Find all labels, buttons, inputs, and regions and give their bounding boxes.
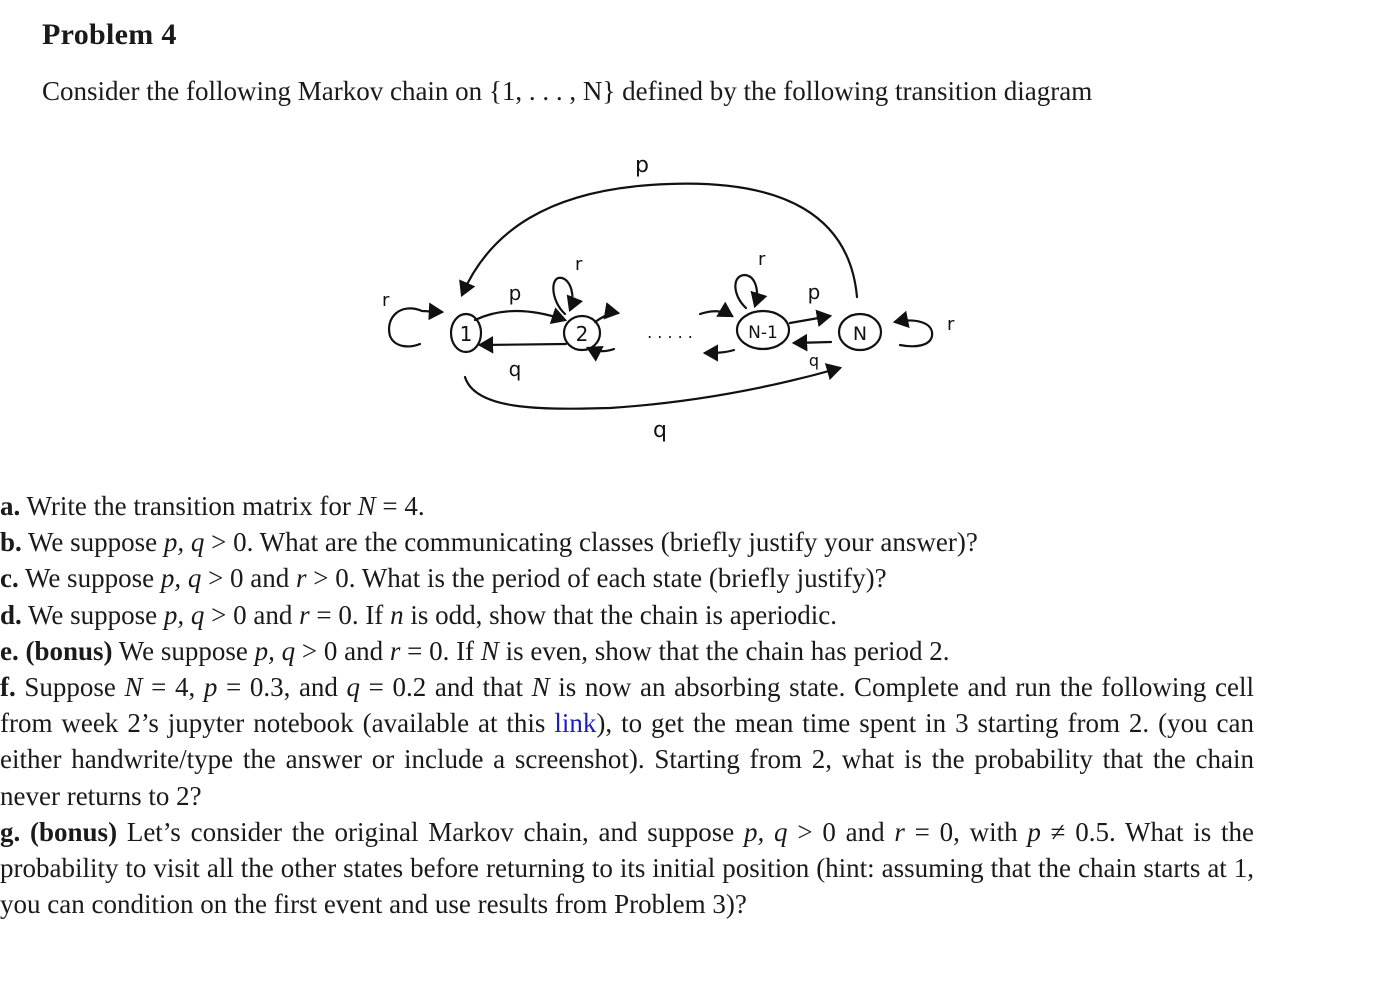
markov-chain-diagram: 1 2 N-1 N p q p q . . . . . p q r r r r (370, 140, 970, 450)
question-text: = 0.3, and (217, 672, 347, 703)
question-text: Let’s consider the original Markov chain… (126, 816, 745, 847)
edge-2-1-label: q (509, 357, 522, 381)
edge-into-n-minus-1 (698, 301, 734, 318)
self-loop-1-label: r (382, 290, 390, 311)
math-symbol: r (389, 635, 401, 666)
edge-n-to-n-minus-1 (791, 333, 833, 352)
edge-n-n1-label: q (809, 351, 819, 370)
node-n-minus-1-label: N-1 (748, 323, 778, 343)
question-text: We suppose (28, 527, 164, 558)
math-symbol: p, q (163, 599, 205, 630)
question-text: > 0 and (295, 635, 390, 666)
math-symbol: p, q (744, 816, 788, 847)
self-loop-n-minus-1-label: r (758, 249, 766, 270)
question-text: = 4, (142, 672, 204, 703)
question-label: g. (0, 816, 21, 847)
question-b: b. We suppose p, q > 0. What are the com… (0, 524, 1254, 560)
top-arc-label: p (635, 153, 649, 178)
math-symbol: p, q (163, 527, 205, 558)
question-text: = 4. (375, 491, 425, 521)
edge-n1-n-label: p (808, 280, 821, 304)
self-loop-n-label: r (947, 314, 955, 335)
bonus-tag: (bonus) (25, 635, 113, 666)
self-loop-n-minus-1 (734, 273, 768, 310)
question-a: a. Write the transition matrix for N = 4… (0, 488, 1254, 524)
question-text: is even, show that the chain has period … (498, 635, 950, 666)
self-loop-2-label: r (575, 254, 583, 275)
question-text: Write the transition matrix for (26, 491, 358, 521)
ellipsis-dots: . . . . . (647, 323, 693, 342)
question-text: = 0. If (309, 599, 391, 630)
question-text: = 0, with (904, 816, 1028, 847)
bonus-tag: (bonus) (30, 816, 118, 847)
edge-2-to-1 (477, 336, 568, 354)
math-symbol: p (1027, 816, 1041, 847)
math-symbol: p (203, 672, 218, 703)
question-text: > 0 and (204, 599, 300, 630)
math-symbol: r (894, 816, 905, 847)
self-loop-2 (552, 276, 584, 316)
bottom-arc-label: q (653, 418, 667, 443)
math-symbol: p, q (160, 563, 202, 594)
question-f: f. Suppose N = 4, p = 0.3, and q = 0.2 a… (0, 669, 1254, 814)
question-g: g. (bonus) Let’s consider the original M… (0, 814, 1254, 923)
math-symbol: N (357, 491, 376, 521)
math-symbol: N (480, 635, 499, 666)
edge-2-right (593, 302, 621, 324)
math-symbol: N (124, 672, 143, 703)
question-text: We suppose (25, 563, 161, 594)
self-loop-1 (387, 308, 442, 348)
edge-1-to-2 (473, 307, 568, 325)
math-symbol: N (531, 672, 550, 703)
question-label: e. (0, 635, 19, 666)
question-label: b. (0, 527, 22, 558)
node-1-label: 1 (460, 322, 473, 346)
question-text: > 0 and (787, 816, 895, 847)
question-c: c. We suppose p, q > 0 and r > 0. What i… (0, 560, 1254, 596)
edge-n-minus-1-left (702, 344, 736, 362)
math-symbol: p, q (254, 635, 296, 666)
problem-title: Problem 4 (42, 18, 177, 51)
question-d: d. We suppose p, q > 0 and r = 0. If n i… (0, 597, 1254, 633)
edge-1-2-label: p (509, 281, 522, 305)
question-text: > 0 and (201, 563, 297, 594)
question-label: d. (0, 599, 22, 630)
math-symbol: r (299, 599, 310, 630)
question-text: > 0. What are the communicating classes … (204, 527, 978, 558)
edge-n-minus-1-to-n (788, 309, 833, 327)
question-text: is odd, show that the chain is aperiodic… (403, 599, 837, 630)
math-symbol: q (346, 672, 361, 703)
question-list: a. Write the transition matrix for N = 4… (0, 488, 1254, 922)
question-label: c. (0, 563, 19, 594)
question-text: Suppose (24, 672, 125, 703)
problem-intro: Consider the following Markov chain on {… (42, 76, 1093, 106)
node-n-label: N (853, 323, 867, 345)
notebook-link[interactable]: link (554, 708, 596, 738)
math-symbol: r (296, 563, 307, 594)
question-label: a. (0, 491, 21, 521)
question-text: > 0. What is the period of each state (b… (306, 563, 887, 594)
node-2-label: 2 (576, 322, 589, 346)
question-e: e. (bonus) We suppose p, q > 0 and r = 0… (0, 633, 1254, 669)
question-text: We suppose (28, 599, 164, 630)
arc-n-to-1 (459, 182, 859, 299)
self-loop-n (892, 310, 934, 348)
math-symbol: n (390, 599, 404, 630)
question-text: = 0.2 and that (360, 672, 532, 703)
question-text: We suppose (118, 635, 255, 666)
question-label: f. (0, 672, 16, 703)
question-text: = 0. If (400, 635, 481, 666)
